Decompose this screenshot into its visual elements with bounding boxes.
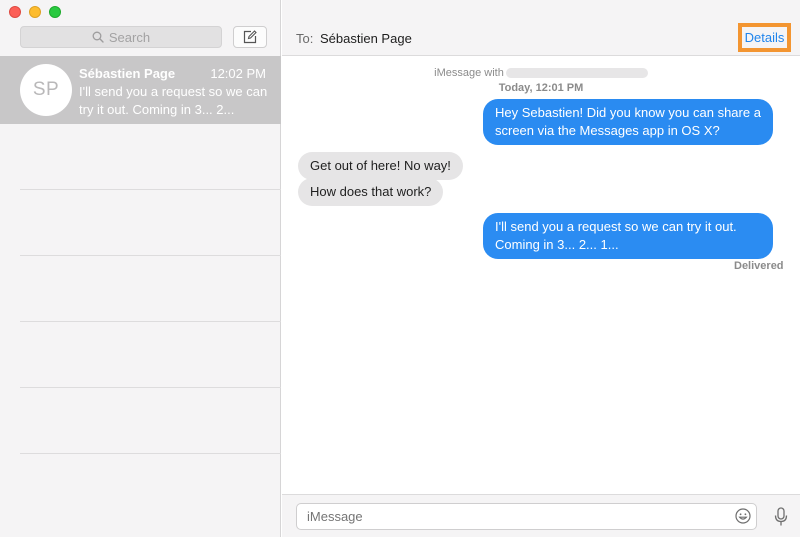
compose-icon [243,30,257,44]
sidebar: Search SP Sébastien Page 12:02 PM I'll s… [0,0,281,537]
message-input[interactable] [296,503,757,530]
search-placeholder: Search [108,29,151,45]
list-divider [20,453,281,454]
close-window-button[interactable] [9,6,21,18]
list-divider [20,387,281,388]
list-divider [20,255,281,256]
thread-timestamp: Today, 12:01 PM [498,82,584,94]
message-bubble-outgoing[interactable]: I'll send you a request so we can try it… [483,213,773,259]
imessage-with-label: iMessage with [282,67,800,79]
message-bubble-incoming[interactable]: How does that work? [298,178,444,206]
details-button[interactable]: Details [738,23,791,52]
avatar: SP [20,64,72,116]
message-bubble-outgoing[interactable]: Hey Sebastien! Did you know you can shar… [483,99,773,145]
list-divider [20,189,281,190]
zoom-window-button[interactable] [49,6,61,18]
compose-bar [282,494,800,537]
emoji-icon[interactable] [735,508,751,524]
imessage-with-text: iMessage with [434,67,504,79]
message-bubble-incoming[interactable]: Get out of here! No way! [298,152,463,180]
conversation-item[interactable]: SP Sébastien Page 12:02 PM I'll send you… [0,56,281,124]
compose-button[interactable] [233,26,267,48]
minimize-window-button[interactable] [29,6,41,18]
details-label: Details [744,30,785,45]
to-label: To: [296,31,314,46]
window-controls [9,6,61,18]
recipient-name[interactable]: Sébastien Page [320,31,412,46]
microphone-icon[interactable] [774,507,788,527]
conversation-name: Sébastien Page [79,66,176,81]
conversation-preview: I'll send you a request so we can try it… [79,84,268,117]
redacted-address [505,68,648,79]
conversation-time: 12:02 PM [210,66,266,81]
search-field[interactable]: Search [20,26,222,48]
conversation-header: To: Sébastien Page Details [282,0,800,56]
delivery-status: Delivered [734,260,784,272]
list-divider [20,321,281,322]
search-icon [92,31,104,43]
